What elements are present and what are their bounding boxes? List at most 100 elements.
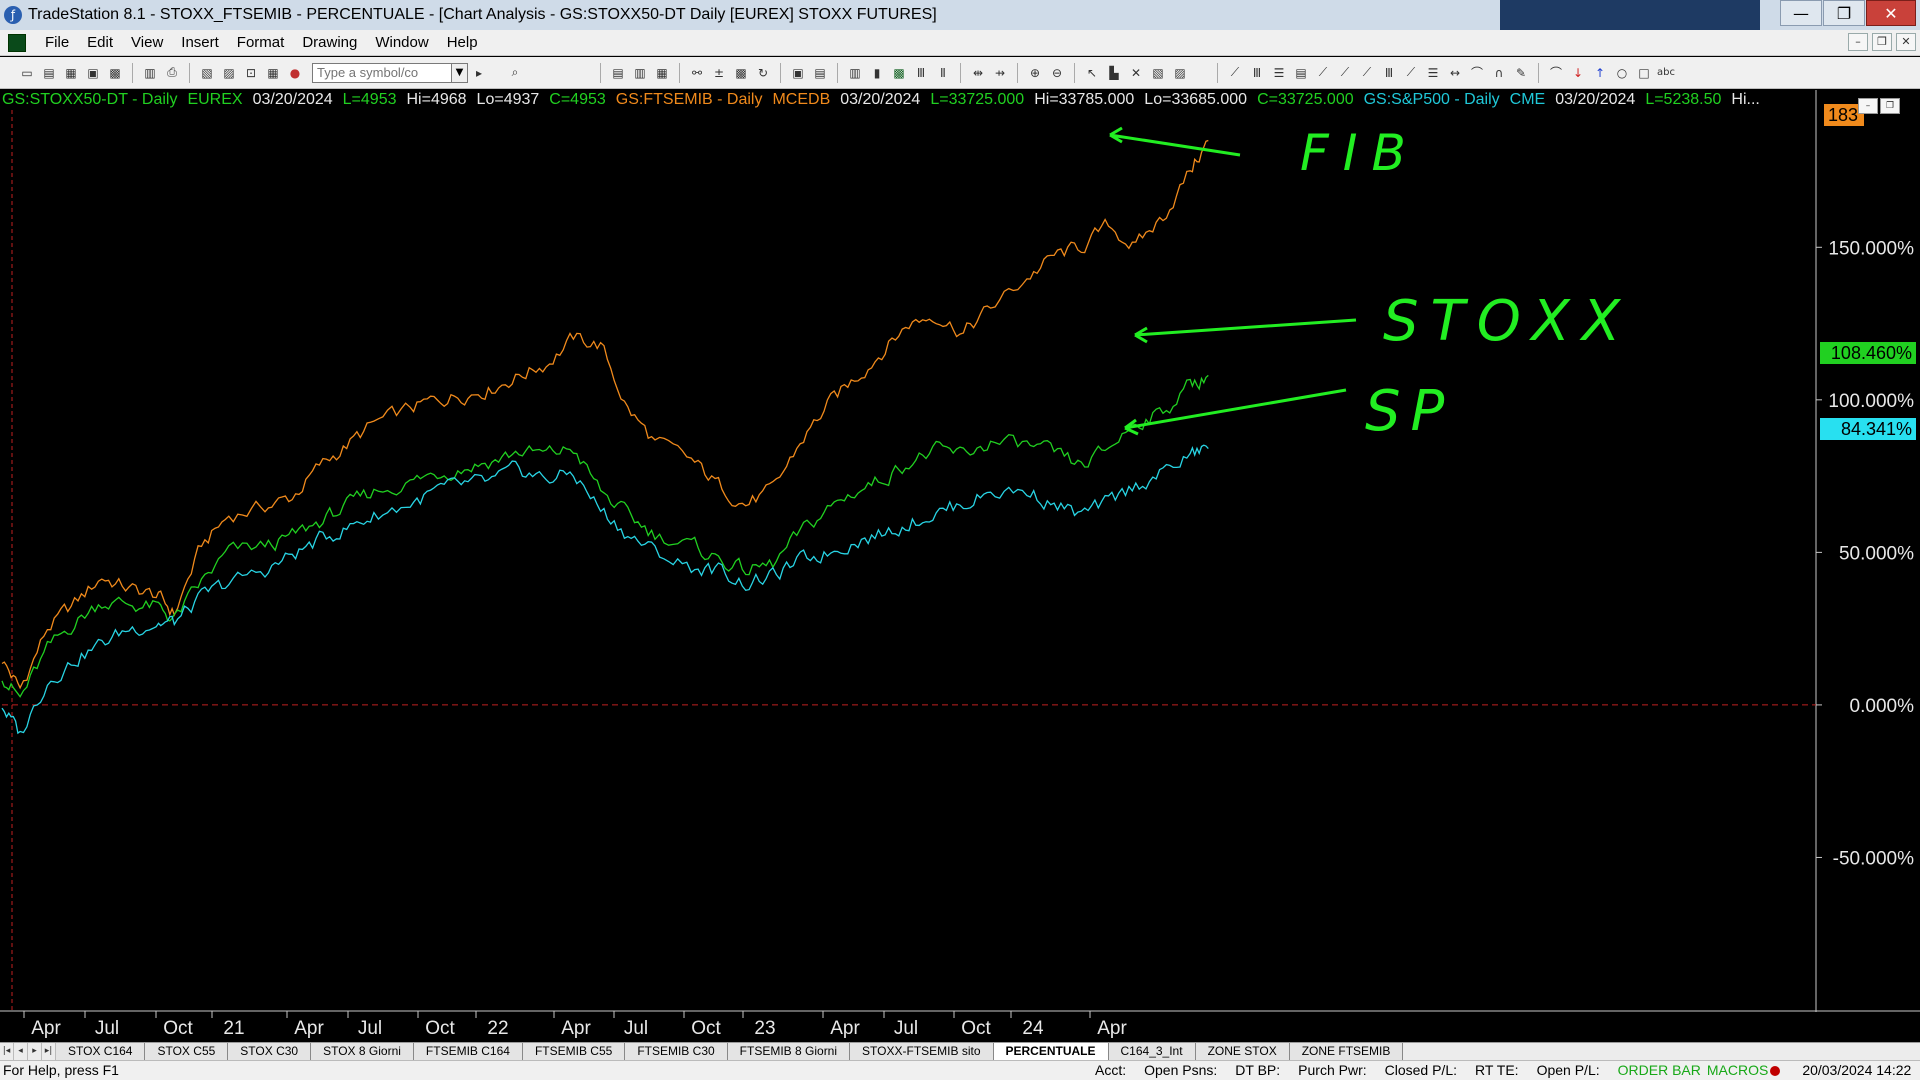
chart-style-icon[interactable]: ▣: [789, 64, 807, 82]
tab-last-button[interactable]: ▸|: [42, 1043, 56, 1060]
tab-prev-button[interactable]: ◂: [14, 1043, 28, 1060]
tab-stox-c30[interactable]: STOX C30: [228, 1043, 312, 1060]
tab-first-button[interactable]: |◂: [0, 1043, 14, 1060]
symbol-input[interactable]: [312, 62, 452, 83]
purch-pwr-field[interactable]: Purch Pwr:: [1298, 1061, 1366, 1080]
tab-stox-c164[interactable]: STOX C164: [56, 1043, 146, 1060]
andrews-pitchfork-icon[interactable]: Ⅲ: [1380, 64, 1398, 82]
format-bar-icon[interactable]: ▥: [631, 64, 649, 82]
macros-button[interactable]: MACROS: [1707, 1062, 1768, 1078]
print-icon[interactable]: ⎙: [163, 64, 181, 82]
acct-field[interactable]: Acct:: [1095, 1061, 1126, 1080]
candlestick-icon[interactable]: ▮: [868, 64, 886, 82]
ellipse-icon[interactable]: ○: [1613, 64, 1631, 82]
fib-arcs-icon[interactable]: ⌒: [1468, 64, 1486, 82]
symbol-dropdown-icon[interactable]: ▼: [452, 62, 468, 83]
data-window-icon[interactable]: ▦: [653, 64, 671, 82]
menu-file[interactable]: File: [36, 34, 78, 51]
gann-fan-icon[interactable]: ⟋: [1358, 64, 1376, 82]
zoom-out-icon[interactable]: ⊖: [1048, 64, 1066, 82]
freehand-icon[interactable]: ⌒: [1547, 64, 1565, 82]
tab-next-button[interactable]: ▸: [28, 1043, 42, 1060]
open-psns-field[interactable]: Open Psns:: [1144, 1061, 1217, 1080]
lock-icon[interactable]: ⊡: [242, 64, 260, 82]
scroll-left-icon[interactable]: ⇹: [969, 64, 987, 82]
menu-window[interactable]: Window: [366, 34, 437, 51]
title-bar[interactable]: ƒ TradeStation 8.1 - STOXX_FTSEMIB - PER…: [0, 0, 1920, 30]
up-arrow-icon[interactable]: ↑: [1591, 64, 1609, 82]
record-macro-icon[interactable]: [1770, 1066, 1781, 1077]
arc-icon[interactable]: ∩: [1490, 64, 1508, 82]
delete-drawing-icon[interactable]: ▨: [1171, 64, 1189, 82]
color-palette-icon[interactable]: ●: [286, 64, 304, 82]
zoom-in-icon[interactable]: ⊕: [1026, 64, 1044, 82]
bar-chart-icon[interactable]: ▥: [846, 64, 864, 82]
arrow-range-icon[interactable]: ↔: [1446, 64, 1464, 82]
tab-zone-stox[interactable]: ZONE STOX: [1195, 1043, 1290, 1060]
fib-fan-icon[interactable]: ⟋: [1314, 64, 1332, 82]
mdi-close-button[interactable]: ✕: [1896, 33, 1916, 51]
tab-stox-c55[interactable]: STOX C55: [145, 1043, 229, 1060]
closed-pl-field[interactable]: Closed P/L:: [1385, 1061, 1457, 1080]
chart-settings-icon[interactable]: ▤: [811, 64, 829, 82]
mdi-restore-button[interactable]: ❐: [1872, 33, 1892, 51]
save-icon[interactable]: ▣: [84, 64, 102, 82]
line-chart-icon[interactable]: Ⅲ: [912, 64, 930, 82]
tab-percentuale[interactable]: PERCENTUALE: [993, 1043, 1109, 1060]
tab-ftsemib-c30[interactable]: FTSEMIB C30: [625, 1043, 728, 1060]
price-chart[interactable]: 150.000% 100.000% 50.000% 0.000% -50.000% Apr…: [0, 90, 1920, 1042]
open-workspace-icon[interactable]: ▤: [40, 64, 58, 82]
insert-indicator-icon[interactable]: ⚯: [688, 64, 706, 82]
fib-retracement-icon[interactable]: ☰: [1424, 64, 1442, 82]
speed-lines-icon[interactable]: ⟋: [1336, 64, 1354, 82]
tab-stoxx-ftsemib-sito[interactable]: STOXX-FTSEMIB sito: [850, 1043, 994, 1060]
rt-te-field[interactable]: RT TE:: [1475, 1061, 1519, 1080]
text-icon[interactable]: abc: [1657, 64, 1675, 82]
pointer-icon[interactable]: ↖: [1083, 64, 1101, 82]
subwindow-restore-button[interactable]: ❐: [1880, 98, 1900, 114]
menu-view[interactable]: View: [122, 34, 172, 51]
new-chart-icon[interactable]: ▦: [62, 64, 80, 82]
grid-icon[interactable]: ▦: [264, 64, 282, 82]
menu-insert[interactable]: Insert: [172, 34, 228, 51]
rectangle-icon[interactable]: □: [1635, 64, 1653, 82]
tab-ftsemib-8-giorni[interactable]: FTSEMIB 8 Giorni: [727, 1043, 851, 1060]
close-button[interactable]: ✕: [1866, 0, 1916, 26]
pencil-icon[interactable]: ✎: [1512, 64, 1530, 82]
menu-help[interactable]: Help: [438, 34, 487, 51]
scroll-right-icon[interactable]: ⇸: [991, 64, 1009, 82]
copy-icon[interactable]: ▨: [220, 64, 238, 82]
regression-line-icon[interactable]: ⟋: [1402, 64, 1420, 82]
channel-icon[interactable]: ▤: [1292, 64, 1310, 82]
vertical-lines-icon[interactable]: Ⅲ: [1248, 64, 1266, 82]
print-preview-icon[interactable]: ▥: [141, 64, 159, 82]
trendline-icon[interactable]: ⟋: [1226, 64, 1244, 82]
order-bar-button[interactable]: ORDER BAR: [1618, 1061, 1701, 1080]
go-arrow-icon[interactable]: ▸: [470, 64, 488, 82]
menu-drawing[interactable]: Drawing: [293, 34, 366, 51]
menu-edit[interactable]: Edit: [78, 34, 122, 51]
chart-window-icon[interactable]: [8, 33, 26, 52]
drawing-object-icon[interactable]: ▧: [1149, 64, 1167, 82]
format-window-icon[interactable]: ▤: [609, 64, 627, 82]
volume-icon[interactable]: ▩: [890, 64, 908, 82]
refresh-icon[interactable]: ↻: [754, 64, 772, 82]
minimize-button[interactable]: —: [1780, 0, 1822, 26]
new-file-icon[interactable]: ▭: [18, 64, 36, 82]
cut-icon[interactable]: ▧: [198, 64, 216, 82]
point-figure-icon[interactable]: Ⅱ: [934, 64, 952, 82]
chart-analysis-window[interactable]: 150.000% 100.000% 50.000% 0.000% -50.000% Apr…: [0, 90, 1920, 1042]
open-pl-field[interactable]: Open P/L:: [1537, 1061, 1600, 1080]
dt-bp-field[interactable]: DT BP:: [1235, 1061, 1280, 1080]
tab-ftsemib-c55[interactable]: FTSEMIB C55: [522, 1043, 626, 1060]
insert-analysis-icon[interactable]: ▩: [732, 64, 750, 82]
tab-zone-ftsemib[interactable]: ZONE FTSEMIB: [1289, 1043, 1404, 1060]
subwindow-minimize-button[interactable]: –: [1858, 98, 1878, 114]
horizontal-lines-icon[interactable]: ☰: [1270, 64, 1288, 82]
mdi-minimize-button[interactable]: –: [1848, 33, 1868, 51]
symbol-lookup-icon[interactable]: ⌕: [506, 64, 524, 82]
tab-c164-3-int[interactable]: C164_3_Int: [1108, 1043, 1196, 1060]
tab-stox-8-giorni[interactable]: STOX 8 Giorni: [311, 1043, 414, 1060]
insert-strategy-icon[interactable]: ±: [710, 64, 728, 82]
tab-ftsemib-c164[interactable]: FTSEMIB C164: [413, 1043, 523, 1060]
